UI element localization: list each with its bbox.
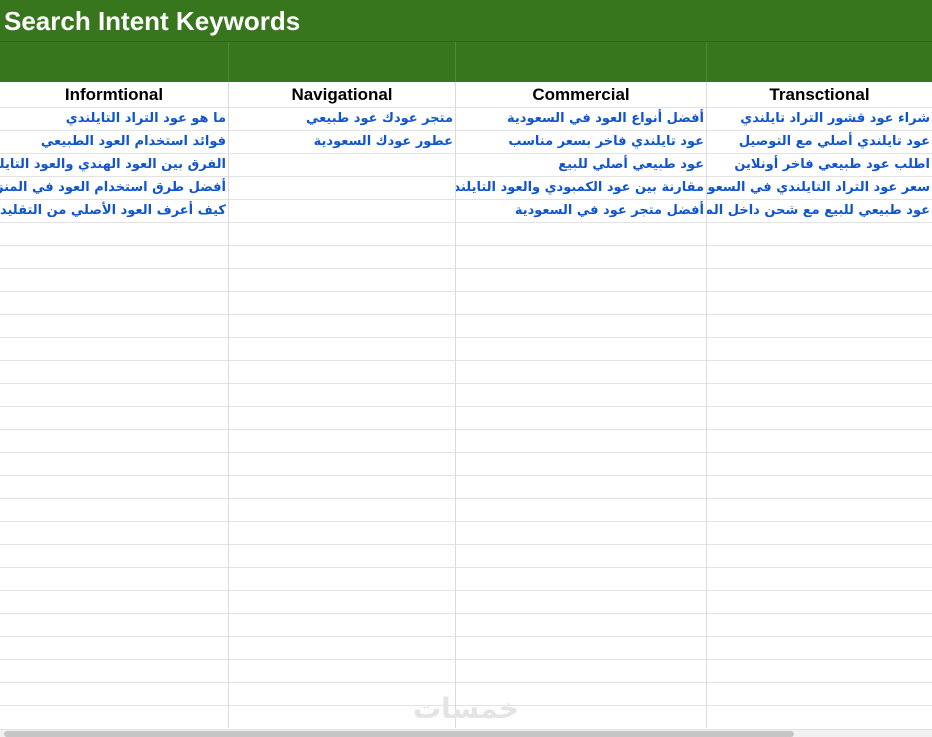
row-gridline [0,245,932,246]
horizontal-scrollbar[interactable] [0,729,932,737]
title-bar[interactable]: Search Intent Keywords [0,0,932,42]
row-gridline [0,544,932,545]
row-gridline [0,429,932,430]
row-gridline [0,360,932,361]
keyword-cell[interactable]: عود تايلندي أصلي مع التوصيل [707,130,932,153]
column-header-transactional[interactable]: Transctional [707,82,932,107]
row-gridline [0,406,932,407]
keyword-cell[interactable]: كيف أعرف العود الأصلي من التقليد [0,199,228,222]
sheet-title[interactable]: Search Intent Keywords [4,6,300,36]
row-gridline [0,452,932,453]
keyword-cell[interactable]: الفرق بين العود الهندي والعود التايلندي [0,153,228,176]
banner-separator [455,42,456,82]
keyword-cell[interactable]: ما هو عود التراد التايلندي [0,107,228,130]
scrollbar-thumb[interactable] [4,731,794,737]
watermark-logo: خمسات [412,692,520,725]
keyword-cell[interactable]: شراء عود قشور التراد تايلندي [707,107,932,130]
keyword-cell[interactable]: عود تايلندي فاخر بسعر مناسب [456,130,706,153]
row-gridline [0,222,932,223]
column-header-commercial[interactable]: Commercial [456,82,706,107]
row-gridline [0,590,932,591]
row-gridline [0,475,932,476]
banner-separator [706,42,707,82]
row-gridline [0,636,932,637]
keyword-cell[interactable]: عود طبيعي للبيع مع شحن داخل المملكة [707,199,932,222]
keyword-cell[interactable]: فوائد استخدام العود الطبيعي [0,130,228,153]
cell-grid[interactable]: Informtional Navigational Commercial Tra… [0,82,932,728]
keyword-cell[interactable]: عطور عودك السعودية [229,130,455,153]
banner-separator [228,42,229,82]
row-gridline [0,498,932,499]
row-gridline [0,613,932,614]
row-gridline [0,659,932,660]
green-banner-row[interactable] [0,42,932,82]
row-gridline [0,682,932,683]
row-gridline [0,383,932,384]
row-gridline [0,521,932,522]
keyword-cell[interactable]: أفضل أنواع العود في السعودية [456,107,706,130]
keyword-cell[interactable]: مقارنة بين عود الكمبودي والعود التايلندي [456,176,706,199]
row-gridline [0,314,932,315]
keyword-cell[interactable]: أفضل متجر عود في السعودية [456,199,706,222]
keyword-cell[interactable]: أفضل طرق استخدام العود في المنزل [0,176,228,199]
row-gridline [0,567,932,568]
keyword-cell[interactable]: سعر عود التراد التايلندي في السعودية [707,176,932,199]
keyword-cell[interactable]: اطلب عود طبيعي فاخر أونلاين [707,153,932,176]
column-header-informational[interactable]: Informtional [0,82,228,107]
row-gridline [0,268,932,269]
keyword-cell[interactable]: عود طبيعي أصلي للبيع [456,153,706,176]
spreadsheet: Search Intent Keywords Informtional Navi… [0,0,932,737]
column-gridline [228,82,229,728]
row-gridline [0,337,932,338]
column-header-navigational[interactable]: Navigational [229,82,455,107]
row-gridline [0,291,932,292]
keyword-cell[interactable]: متجر عودك عود طبيعي [229,107,455,130]
